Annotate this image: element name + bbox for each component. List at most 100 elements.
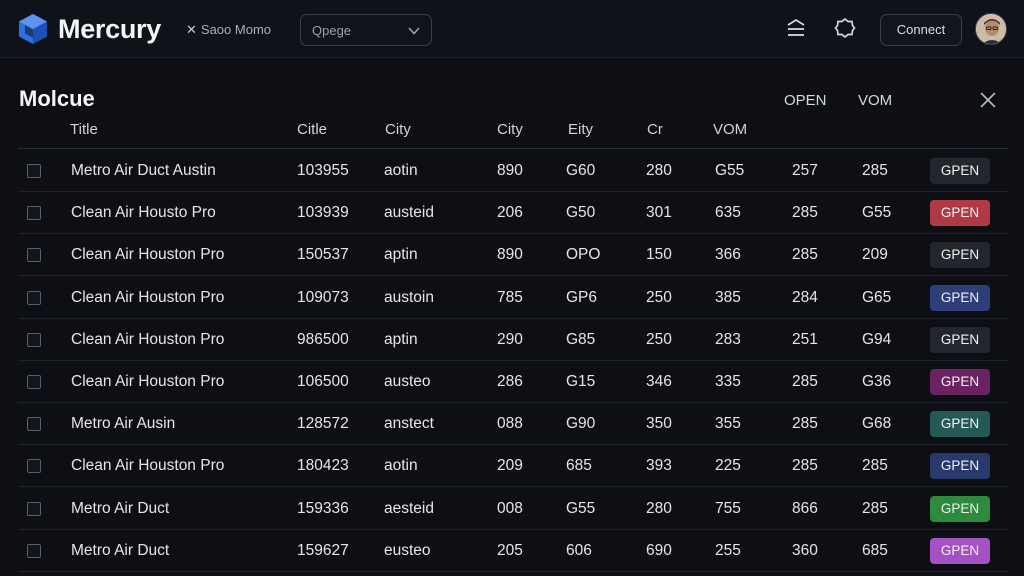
status-badge[interactable]: GPEN [930, 158, 990, 184]
row-value-2: G85 [566, 330, 596, 348]
row-value-2: GP6 [566, 288, 598, 306]
row-value-5: 285 [792, 373, 818, 390]
row-id: 106500 [297, 373, 349, 390]
user-avatar[interactable] [975, 13, 1007, 45]
column-header-city[interactable]: City [385, 121, 411, 138]
table-row[interactable]: Metro Air Duct 159627 eusteo 205 606 690 255 36… [18, 530, 1008, 572]
row-checkbox[interactable] [27, 375, 41, 389]
row-title: Clean Air Houston Pro [71, 330, 225, 348]
row-value-2: G15 [566, 373, 596, 390]
table-row[interactable]: Clean Air Houston Pro 106500 austeo 286 G15 3… [18, 361, 1008, 403]
row-value-6: G55 [862, 204, 892, 222]
table-row[interactable]: Clean Air Housto Pro 103939 austeid 206 G50 3… [18, 192, 1008, 235]
mercury-logo-icon [19, 14, 47, 44]
row-id: 109073 [297, 288, 349, 306]
status-label: Saoo Momo [200, 22, 271, 37]
table-row[interactable]: Metro Air Duct Austin 103955 aotin 890 G60 28… [18, 150, 1008, 192]
close-icon[interactable] [978, 90, 998, 110]
row-value-5: 251 [792, 330, 818, 348]
row-value-2: G50 [566, 204, 596, 222]
status-badge[interactable]: GPEN [930, 284, 990, 311]
row-value-6: 285 [862, 499, 888, 517]
table-row[interactable]: Clean Air Houston Pro 986500 aptin 290 G85 25… [18, 319, 1008, 361]
row-city: austeo [384, 373, 431, 390]
row-title: Metro Air Duct [71, 499, 170, 517]
row-city: aptin [384, 330, 418, 348]
row-value-6: G65 [862, 288, 892, 306]
menu-icon[interactable] [784, 16, 808, 40]
row-value-2: G55 [566, 499, 596, 517]
row-value-3: 280 [646, 162, 672, 179]
row-value-3: 250 [646, 288, 672, 306]
row-value-6: 285 [862, 457, 888, 475]
row-checkbox[interactable] [27, 501, 41, 516]
top-label-vom[interactable]: VOM [858, 92, 892, 109]
table-row[interactable]: Clean Air Houston Pro 180423 aotin 209 685 39… [18, 445, 1008, 488]
table-row[interactable]: Clean Air Houston Pro 109073 austoin 785 GP6… [18, 277, 1008, 319]
column-header-city-2[interactable]: City [497, 121, 523, 138]
row-value-4: 635 [715, 204, 741, 222]
row-checkbox[interactable] [27, 417, 41, 432]
table-row[interactable]: Metro Air Ausin 128572 anstect 088 G90 350 355… [18, 403, 1008, 446]
row-value-3: 280 [646, 499, 672, 517]
row-id: 159627 [297, 541, 349, 559]
status-badge[interactable]: GPEN [930, 242, 990, 269]
status-text: ✕ Saoo Momo [186, 22, 271, 38]
status-badge[interactable]: GPEN [930, 495, 990, 522]
row-value-1: 206 [497, 204, 523, 222]
column-header-cr[interactable]: Cr [647, 121, 663, 138]
row-value-4: 755 [715, 499, 741, 517]
project-select[interactable]: Qpege [300, 14, 432, 46]
row-value-6: G36 [862, 373, 892, 390]
row-title: Metro Air Duct [71, 541, 170, 559]
row-id: 128572 [297, 415, 349, 433]
column-header-eity[interactable]: Eity [568, 121, 593, 138]
row-value-3: 690 [646, 541, 672, 559]
status-badge[interactable]: GPEN [930, 326, 990, 353]
column-header-citle[interactable]: Citle [297, 121, 327, 138]
row-checkbox[interactable] [27, 459, 41, 474]
row-city: eusteo [384, 541, 431, 559]
column-header-title[interactable]: Title [70, 121, 98, 138]
header-divider [18, 148, 1008, 149]
row-city: aotin [384, 162, 418, 179]
row-value-4: 385 [715, 288, 741, 306]
status-badge[interactable]: GPEN [930, 200, 990, 227]
column-header-vom[interactable]: VOM [713, 121, 747, 138]
row-checkbox[interactable] [27, 164, 41, 178]
row-checkbox[interactable] [27, 248, 41, 263]
avatar-portrait-icon [976, 14, 1006, 44]
row-city: austoin [384, 288, 434, 306]
row-id: 150537 [297, 246, 349, 264]
row-checkbox[interactable] [27, 332, 41, 347]
row-value-1: 890 [497, 246, 523, 264]
row-title: Clean Air Houston Pro [71, 288, 225, 306]
connect-button[interactable]: Connect [880, 14, 962, 46]
row-value-1: 008 [497, 499, 523, 517]
row-id: 180423 [297, 457, 349, 475]
top-label-open[interactable]: OPEN [784, 92, 827, 109]
row-value-1: 205 [497, 541, 523, 559]
row-checkbox[interactable] [27, 290, 41, 305]
status-badge[interactable]: GPEN [930, 411, 990, 438]
table-row[interactable]: Clean Air Houston Pro 150537 aptin 890 OPO 15… [18, 234, 1008, 277]
row-value-1: 785 [497, 288, 523, 306]
row-value-4: 283 [715, 330, 741, 348]
status-badge[interactable]: GPEN [930, 369, 990, 395]
row-value-4: G55 [715, 162, 745, 179]
table-row[interactable]: Metro Air Duct 159336 aesteid 008 G55 280 755 8… [18, 488, 1008, 530]
row-city: aptin [384, 246, 418, 264]
status-badge[interactable]: GPEN [930, 537, 990, 564]
status-badge[interactable]: GPEN [930, 453, 990, 480]
row-checkbox[interactable] [27, 206, 41, 221]
row-title: Metro Air Duct Austin [71, 162, 216, 179]
row-value-3: 301 [646, 204, 672, 222]
settings-icon[interactable] [833, 16, 857, 40]
row-value-3: 350 [646, 415, 672, 433]
row-value-6: 685 [862, 541, 888, 559]
row-checkbox[interactable] [27, 543, 41, 558]
row-value-3: 346 [646, 373, 672, 390]
row-title: Clean Air Houston Pro [71, 373, 225, 390]
row-id: 986500 [297, 330, 349, 348]
row-value-5: 285 [792, 204, 818, 222]
